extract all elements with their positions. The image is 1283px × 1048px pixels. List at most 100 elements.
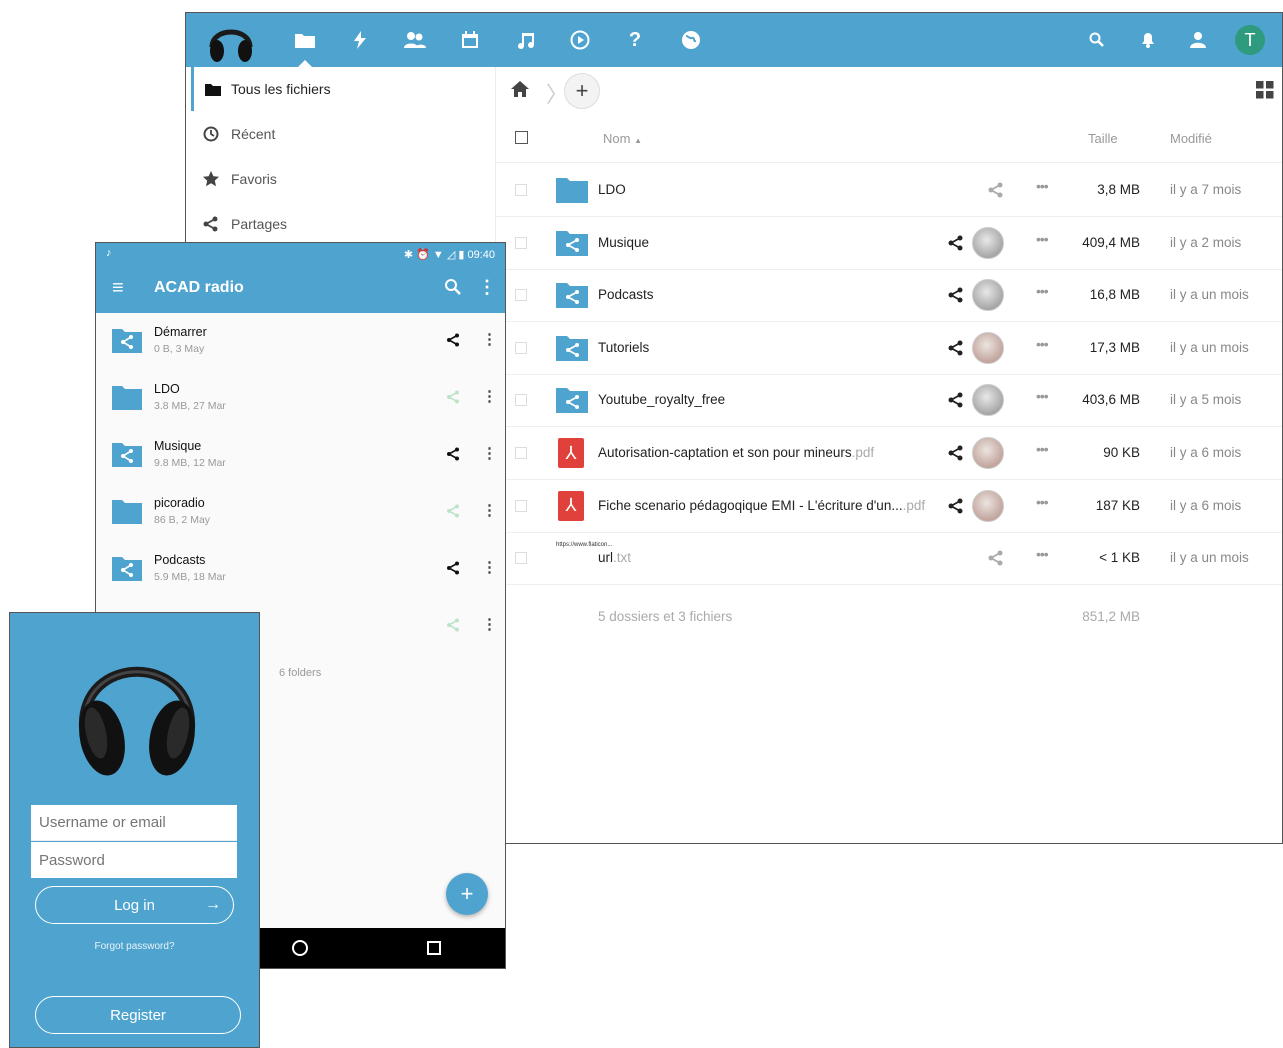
files-app-icon[interactable] xyxy=(287,13,323,67)
row-checkbox[interactable] xyxy=(515,499,527,512)
table-row[interactable]: Podcasts ••• 16,8 MB il y a un mois xyxy=(496,269,1282,323)
share-icon[interactable] xyxy=(948,498,964,514)
search-icon[interactable] xyxy=(1079,13,1115,67)
item-menu-icon[interactable]: ⋮ xyxy=(482,558,497,576)
share-icon[interactable] xyxy=(988,550,1004,566)
item-menu-icon[interactable]: ⋮ xyxy=(482,444,497,462)
contacts-icon[interactable] xyxy=(397,13,433,67)
register-button[interactable]: Register xyxy=(35,996,241,1034)
shared-folder-icon xyxy=(112,557,142,581)
more-actions-icon[interactable]: ••• xyxy=(1036,231,1049,247)
login-button[interactable]: Log in → xyxy=(35,886,234,924)
new-file-button[interactable]: + xyxy=(564,73,600,109)
item-menu-icon[interactable]: ⋮ xyxy=(482,501,497,519)
table-row[interactable]: https://www.flaticon... url.txt ••• < 1 … xyxy=(496,532,1282,586)
calendar-icon[interactable] xyxy=(452,13,488,67)
more-actions-icon[interactable]: ••• xyxy=(1036,494,1049,510)
table-row[interactable]: Musique ••• 409,4 MB il y a 2 mois xyxy=(496,217,1282,270)
music-icon[interactable] xyxy=(508,13,544,67)
item-name: Démarrer xyxy=(154,325,207,339)
activity-icon[interactable] xyxy=(342,13,378,67)
table-row[interactable]: LDO ••• 3,8 MB il y a 7 mois xyxy=(496,164,1282,217)
forgot-password-link[interactable]: Forgot password? xyxy=(10,941,259,952)
item-menu-icon[interactable]: ⋮ xyxy=(482,330,497,348)
file-name[interactable]: url.txt xyxy=(598,550,631,565)
share-icon[interactable] xyxy=(446,447,460,461)
search-icon[interactable] xyxy=(444,278,462,296)
home-nav-icon[interactable] xyxy=(292,940,308,956)
grid-view-icon[interactable] xyxy=(1256,81,1274,99)
share-icon[interactable] xyxy=(948,235,964,251)
hamburger-menu-icon[interactable]: ≡ xyxy=(112,277,124,300)
row-checkbox[interactable] xyxy=(515,552,527,565)
share-icon[interactable] xyxy=(446,504,460,518)
nav-all-files[interactable]: Tous les fichiers xyxy=(191,67,491,111)
column-modified-header[interactable]: Modifié xyxy=(1170,131,1212,146)
table-row[interactable]: ⅄ Autorisation-captation et son pour min… xyxy=(496,427,1282,480)
list-item[interactable]: Podcasts 5.9 MB, 18 Mar ⋮ xyxy=(96,541,505,598)
row-checkbox[interactable] xyxy=(515,236,527,249)
row-checkbox[interactable] xyxy=(515,289,527,302)
nav-shares[interactable]: Partages xyxy=(191,202,491,246)
share-icon[interactable] xyxy=(446,390,460,404)
help-icon[interactable]: ? xyxy=(617,13,653,67)
table-row[interactable]: Tutoriels ••• 17,3 MB il y a un mois xyxy=(496,322,1282,375)
list-item[interactable]: Démarrer 0 B, 3 May ⋮ xyxy=(96,313,505,370)
headphones-logo-icon[interactable] xyxy=(206,17,256,65)
overflow-menu-icon[interactable]: ⋮ xyxy=(478,277,496,298)
list-item[interactable]: LDO 3.8 MB, 27 Mar ⋮ xyxy=(96,370,505,427)
notifications-bell-icon[interactable] xyxy=(1130,13,1166,67)
file-name[interactable]: Tutoriels xyxy=(598,340,649,355)
contacts-menu-icon[interactable] xyxy=(1181,13,1217,67)
item-menu-icon[interactable]: ⋮ xyxy=(482,387,497,405)
select-all-checkbox[interactable] xyxy=(515,131,528,144)
share-icon[interactable] xyxy=(948,392,964,408)
password-input[interactable] xyxy=(31,842,237,878)
more-actions-icon[interactable]: ••• xyxy=(1036,441,1049,457)
more-actions-icon[interactable]: ••• xyxy=(1036,388,1049,404)
play-circle-icon[interactable] xyxy=(562,13,598,67)
item-menu-icon[interactable]: ⋮ xyxy=(482,615,497,633)
recents-nav-icon[interactable] xyxy=(427,941,441,955)
more-actions-icon[interactable]: ••• xyxy=(1036,546,1049,562)
username-input[interactable] xyxy=(31,805,237,841)
list-item[interactable]: Musique 9.8 MB, 12 Mar ⋮ xyxy=(96,427,505,484)
user-avatar[interactable]: T xyxy=(1235,25,1265,55)
add-fab-button[interactable]: + xyxy=(446,873,488,915)
share-icon[interactable] xyxy=(446,333,460,347)
share-icon[interactable] xyxy=(446,618,460,632)
table-row[interactable]: Youtube_royalty_free ••• 403,6 MB il y a… xyxy=(496,374,1282,428)
share-owner-avatar xyxy=(972,279,1004,312)
folder-icon xyxy=(556,178,588,203)
more-actions-icon[interactable]: ••• xyxy=(1036,178,1049,194)
file-size: < 1 KB xyxy=(1099,550,1140,566)
share-icon[interactable] xyxy=(988,182,1004,198)
row-checkbox[interactable] xyxy=(515,341,527,354)
globe-icon[interactable] xyxy=(673,13,709,67)
more-actions-icon[interactable]: ••• xyxy=(1036,336,1049,352)
file-name[interactable]: Autorisation-captation et son pour mineu… xyxy=(598,445,874,460)
nav-recent[interactable]: Récent xyxy=(191,112,491,156)
more-actions-icon[interactable]: ••• xyxy=(1036,283,1049,299)
share-icon[interactable] xyxy=(948,340,964,356)
pdf-icon: ⅄ xyxy=(558,438,584,468)
summary-count: 5 dossiers et 3 fichiers xyxy=(598,609,733,624)
share-icon[interactable] xyxy=(948,287,964,303)
column-size-header[interactable]: Taille xyxy=(1088,131,1118,146)
file-name[interactable]: Musique xyxy=(598,235,649,250)
row-checkbox[interactable] xyxy=(515,394,527,407)
row-checkbox[interactable] xyxy=(515,447,527,459)
file-name[interactable]: Fiche scenario pédagoqique EMI - L'écrit… xyxy=(598,498,925,513)
share-icon[interactable] xyxy=(948,445,964,461)
table-row[interactable]: ⅄ Fiche scenario pédagoqique EMI - L'écr… xyxy=(496,480,1282,533)
home-icon[interactable] xyxy=(510,79,530,99)
share-icon[interactable] xyxy=(446,561,460,575)
item-name: LDO xyxy=(154,382,180,396)
file-name[interactable]: Youtube_royalty_free xyxy=(598,392,725,407)
nav-favorites[interactable]: Favoris xyxy=(191,157,491,201)
list-item[interactable]: picoradio 86 B, 2 May ⋮ xyxy=(96,484,505,541)
column-name-header[interactable]: Nom ▲ xyxy=(603,131,642,146)
row-checkbox[interactable] xyxy=(515,184,527,196)
file-name[interactable]: Podcasts xyxy=(598,287,654,302)
file-name[interactable]: LDO xyxy=(598,182,626,197)
